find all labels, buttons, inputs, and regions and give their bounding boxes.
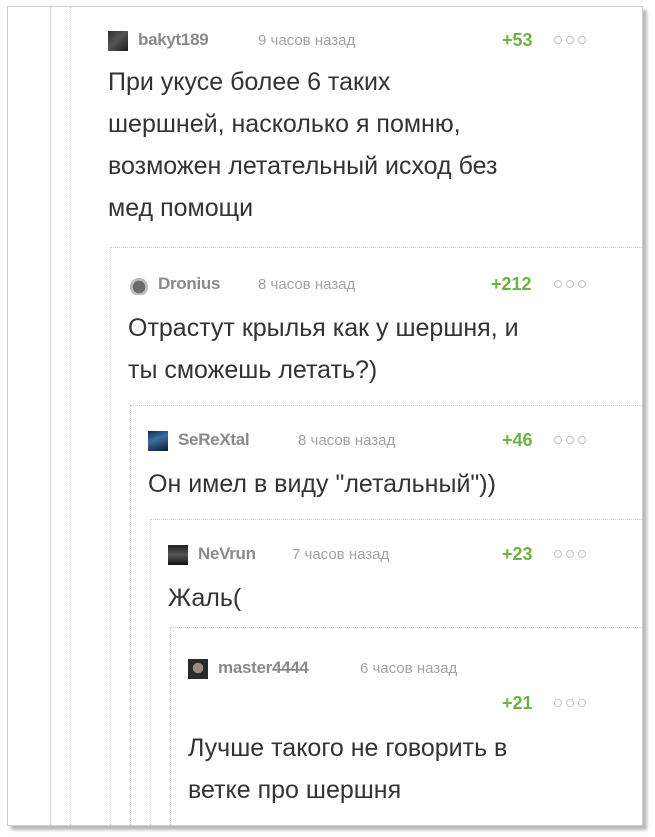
comment-header: Dronius 8 часов назад +212 — [128, 271, 628, 295]
comment-header: bakyt189 9 часов назад +53 — [108, 27, 628, 51]
comment-text-line: ветке про шершня — [188, 776, 402, 804]
comment-header: NeVrun 7 часов назад +23 — [168, 541, 628, 565]
thread-branch-level-1 — [110, 247, 642, 248]
comment-rating: +212 — [491, 274, 532, 294]
thread-line-level-1 — [110, 247, 111, 825]
comment-header: SeReXtal 8 часов назад +46 — [148, 427, 628, 451]
comment-text-line: Жаль( — [168, 584, 242, 612]
comment-master4444: master4444 6 часов назад +21 Лучше таког… — [188, 655, 628, 815]
more-options-icon[interactable] — [554, 696, 594, 710]
comment-header: master4444 6 часов назад — [188, 655, 628, 679]
more-options-icon[interactable] — [554, 33, 594, 47]
comment-username[interactable]: SeReXtal — [178, 430, 250, 450]
comment-nevrun: NeVrun 7 часов назад +23 Жаль( — [168, 541, 628, 627]
comment-text-line: мед помощи — [108, 194, 254, 222]
thread-branch-level-4 — [170, 627, 642, 628]
comment-time: 7 часов назад — [292, 546, 390, 563]
comment-text-line: При укусе более 6 таких — [108, 68, 391, 96]
thread-branch-level-3 — [150, 519, 642, 520]
thread-line-level-4 — [170, 627, 171, 825]
comment-time: 9 часов назад — [258, 32, 356, 49]
comment-time: 6 часов назад — [360, 660, 458, 677]
thread-line-level-2 — [130, 405, 131, 825]
comment-username[interactable]: master4444 — [218, 658, 309, 678]
comment-text-line: ты сможешь летать?) — [128, 356, 378, 384]
user-avatar[interactable] — [148, 431, 168, 451]
comment-bakyt189: bakyt189 9 часов назад +53 При укусе бол… — [108, 27, 628, 247]
comments-screenshot-frame: bakyt189 9 часов назад +53 При укусе бол… — [7, 6, 643, 826]
more-options-icon[interactable] — [554, 433, 594, 447]
comment-username[interactable]: Dronius — [158, 274, 220, 294]
user-avatar[interactable] — [128, 275, 148, 295]
comment-rating: +46 — [502, 430, 533, 450]
user-avatar[interactable] — [108, 31, 128, 51]
comment-text-line: Лучше такого не говорить в — [188, 734, 508, 762]
comment-rating: +23 — [502, 544, 533, 564]
comment-rating: +21 — [502, 693, 533, 713]
comment-serextal: SeReXtal 8 часов назад +46 Он имел в вид… — [148, 427, 628, 517]
comment-username[interactable]: bakyt189 — [138, 30, 209, 50]
more-options-icon[interactable] — [554, 547, 594, 561]
thread-line-level-3 — [150, 519, 151, 825]
comment-text-line: возможен летательный исход без — [108, 152, 498, 180]
comment-text-line: Отрастут крылья как у шершня, и — [128, 314, 519, 342]
comment-time: 8 часов назад — [258, 276, 356, 293]
comment-time: 8 часов назад — [298, 432, 396, 449]
comment-dronius: Dronius 8 часов назад +212 Отрастут крыл… — [128, 271, 628, 401]
comment-rating: +53 — [502, 30, 533, 50]
more-options-icon[interactable] — [554, 277, 594, 291]
comment-text-line: шершней, насколько я помню, — [108, 110, 461, 138]
comment-username[interactable]: NeVrun — [198, 544, 256, 564]
user-avatar[interactable] — [188, 659, 208, 679]
thread-line-level-0 — [50, 7, 51, 825]
thread-line-level-0b — [70, 7, 71, 825]
thread-branch-level-2 — [130, 405, 642, 406]
comment-text-line: Он имел в виду "летальный")) — [148, 470, 496, 498]
user-avatar[interactable] — [168, 545, 188, 565]
